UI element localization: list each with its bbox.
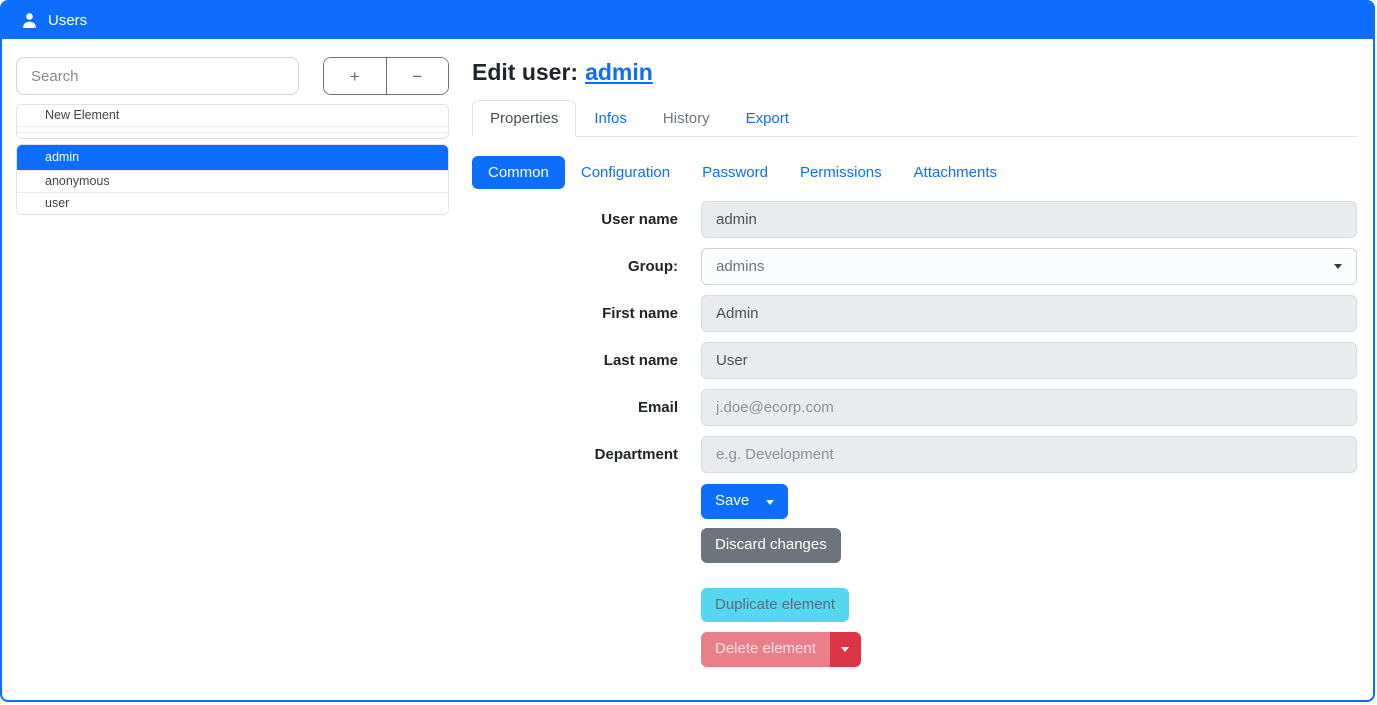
main-panel: Edit user: admin Properties Infos Histor… [449,39,1373,700]
sidebar: + − New Element admin anonymous user [2,39,449,700]
department-label: Department [472,446,701,463]
subtab-common[interactable]: Common [472,156,565,189]
user-list: admin anonymous user [16,144,449,215]
delete-element-group: Delete element [701,632,861,667]
chevron-down-icon [841,647,849,652]
list-item-user[interactable]: user [17,192,448,214]
form-row: Email [472,389,1357,426]
group-select-value: admins [716,258,764,275]
lastname-field[interactable] [701,342,1357,379]
tab-properties[interactable]: Properties [472,100,576,137]
list-toolbar: + − [323,57,449,95]
new-element-list: New Element [16,104,449,139]
save-button[interactable]: Save [701,484,788,519]
form-actions: Save Discard changes Duplicate element [701,484,1357,667]
tab-infos[interactable]: Infos [576,100,645,137]
subtab-bar: Common Configuration Password Permission… [472,156,1357,189]
form-row: First name [472,295,1357,332]
list-item-admin[interactable]: admin [17,145,448,170]
subtab-password[interactable]: Password [686,156,784,189]
list-item-new-element[interactable]: New Element [17,105,448,126]
delete-dropdown-toggle[interactable] [830,632,861,667]
department-field[interactable] [701,436,1357,473]
add-button[interactable]: + [324,58,386,94]
list-item-empty [17,132,448,138]
group-label: Group: [472,258,701,275]
app-header: Users [2,2,1373,39]
discard-changes-button[interactable]: Discard changes [701,528,841,563]
tab-bar: Properties Infos History Export [472,100,1357,137]
subtab-attachments[interactable]: Attachments [898,156,1013,189]
edited-user-link[interactable]: admin [585,59,653,86]
save-button-label: Save [715,492,749,509]
firstname-field[interactable] [701,295,1357,332]
group-select[interactable]: admins [701,248,1357,285]
page-title-prefix: Edit user: [472,59,578,86]
tab-export[interactable]: Export [728,100,807,137]
users-window: Users + − New Element admin anonymous us… [0,0,1375,702]
tab-history: History [645,100,728,137]
sidebar-toolbar: + − [16,57,449,95]
delete-element-label: Delete element [715,640,816,659]
form-row: User name [472,201,1357,238]
user-form: User name Group: admins First name Last … [472,201,1357,667]
remove-button[interactable]: − [386,58,449,94]
chevron-down-icon [766,500,774,505]
lastname-label: Last name [472,352,701,369]
chevron-down-icon [1334,264,1342,269]
duplicate-element-label: Duplicate element [715,596,835,615]
user-icon [20,11,39,30]
delete-element-button[interactable]: Delete element [701,632,830,667]
page-title: Edit user: admin [472,59,1357,86]
email-label: Email [472,399,701,416]
form-row: Group: admins [472,248,1357,285]
discard-changes-label: Discard changes [715,536,827,555]
content: + − New Element admin anonymous user Edi… [2,39,1373,700]
subtab-configuration[interactable]: Configuration [565,156,686,189]
firstname-label: First name [472,305,701,322]
list-item-anonymous[interactable]: anonymous [17,170,448,192]
username-field[interactable] [701,201,1357,238]
app-title: Users [48,12,87,29]
form-row: Last name [472,342,1357,379]
email-field[interactable] [701,389,1357,426]
username-label: User name [472,211,701,228]
search-input[interactable] [16,57,299,95]
form-row: Department [472,436,1357,473]
subtab-permissions[interactable]: Permissions [784,156,898,189]
duplicate-element-button[interactable]: Duplicate element [701,588,849,623]
